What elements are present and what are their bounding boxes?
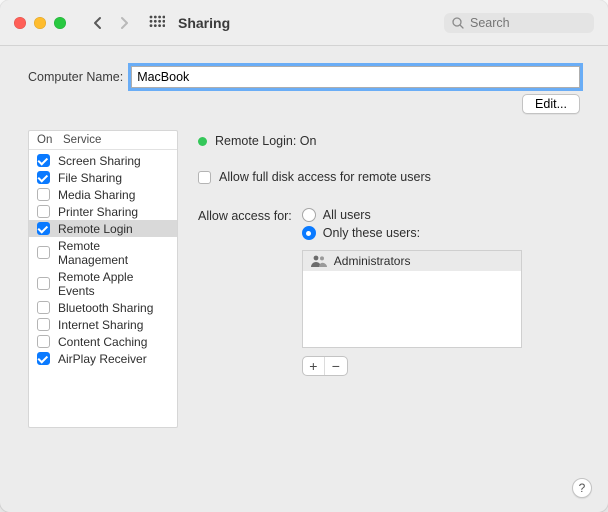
service-row[interactable]: Screen Sharing [29,152,177,169]
service-label: Bluetooth Sharing [58,301,153,315]
service-checkbox[interactable] [37,246,50,259]
service-label: AirPlay Receiver [58,352,147,366]
services-header-service: Service [63,134,101,146]
service-checkbox[interactable] [37,277,50,290]
sharing-preferences-window: Sharing Computer Name: Edit... On Servic… [0,0,608,512]
access-radio-group: All users Only these users: Administrato… [302,208,522,376]
user-row[interactable]: Administrators [303,251,521,271]
service-row[interactable]: Internet Sharing [29,316,177,333]
status-indicator-icon [198,137,207,146]
service-label: File Sharing [58,171,122,185]
close-window-button[interactable] [14,17,26,29]
service-row[interactable]: AirPlay Receiver [29,350,177,367]
service-row[interactable]: Content Caching [29,333,177,350]
service-checkbox[interactable] [37,222,50,235]
service-checkbox[interactable] [37,352,50,365]
radio-only-these[interactable] [302,226,316,240]
minimize-window-button[interactable] [34,17,46,29]
services-list: Screen Sharing File Sharing Media Sharing P… [29,150,177,427]
add-user-button[interactable]: + [303,357,325,375]
service-label: Printer Sharing [58,205,138,219]
user-stepper: + − [302,356,348,376]
search-input[interactable] [470,16,586,30]
radio-all-users[interactable] [302,208,316,222]
zoom-window-button[interactable] [54,17,66,29]
service-checkbox[interactable] [37,154,50,167]
service-row[interactable]: Bluetooth Sharing [29,299,177,316]
service-label: Content Caching [58,335,147,349]
allow-full-disk-checkbox[interactable] [198,171,211,184]
user-label: Administrators [334,254,411,268]
computer-name-input[interactable] [131,66,580,88]
search-field[interactable] [444,13,594,33]
remove-user-button[interactable]: − [325,357,347,375]
service-row[interactable]: Remote Management [29,237,177,268]
back-button[interactable] [88,13,108,33]
allow-full-disk-label: Allow full disk access for remote users [219,170,431,184]
services-header: On Service [29,131,177,150]
service-checkbox[interactable] [37,171,50,184]
services-table: On Service Screen Sharing File Sharing Med… [28,130,178,428]
radio-all-users-label: All users [323,208,371,222]
service-checkbox[interactable] [37,205,50,218]
status-row: Remote Login: On [198,130,580,148]
service-row[interactable]: Remote Apple Events [29,268,177,299]
help-button[interactable]: ? [572,478,592,498]
service-detail: Remote Login: On Allow full disk access … [198,130,580,376]
service-checkbox[interactable] [37,318,50,331]
show-all-icon[interactable] [148,14,166,32]
allow-full-disk-row[interactable]: Allow full disk access for remote users [198,170,580,184]
computer-name-row: Computer Name: [28,66,580,88]
service-label: Remote Management [58,239,169,267]
columns: On Service Screen Sharing File Sharing Med… [28,130,580,428]
service-label: Screen Sharing [58,154,141,168]
status-label: Remote Login: On [215,134,316,148]
service-checkbox[interactable] [37,301,50,314]
computer-name-label: Computer Name: [28,70,123,84]
window-title: Sharing [178,15,230,31]
forward-button[interactable] [114,13,134,33]
nav-buttons [88,13,134,33]
access-all-users[interactable]: All users [302,208,522,222]
window-controls [14,17,66,29]
group-icon [311,255,327,267]
service-checkbox[interactable] [37,188,50,201]
service-checkbox[interactable] [37,335,50,348]
radio-only-these-label: Only these users: [323,226,420,240]
service-row[interactable]: Remote Login [29,220,177,237]
body: Computer Name: Edit... On Service Screen… [0,46,608,512]
search-icon [452,17,464,29]
edit-button[interactable]: Edit... [522,94,580,114]
service-row[interactable]: Media Sharing [29,186,177,203]
service-row[interactable]: Printer Sharing [29,203,177,220]
access-only-these[interactable]: Only these users: [302,226,522,240]
access-label: Allow access for: [198,208,292,376]
service-label: Remote Apple Events [58,270,169,298]
titlebar: Sharing [0,0,608,46]
user-list[interactable]: Administrators [302,250,522,348]
user-list-controls: + − [302,356,522,376]
service-label: Internet Sharing [58,318,143,332]
service-label: Remote Login [58,222,133,236]
services-header-on: On [37,134,63,146]
service-row[interactable]: File Sharing [29,169,177,186]
service-label: Media Sharing [58,188,135,202]
access-row: Allow access for: All users Only these u… [198,208,580,376]
